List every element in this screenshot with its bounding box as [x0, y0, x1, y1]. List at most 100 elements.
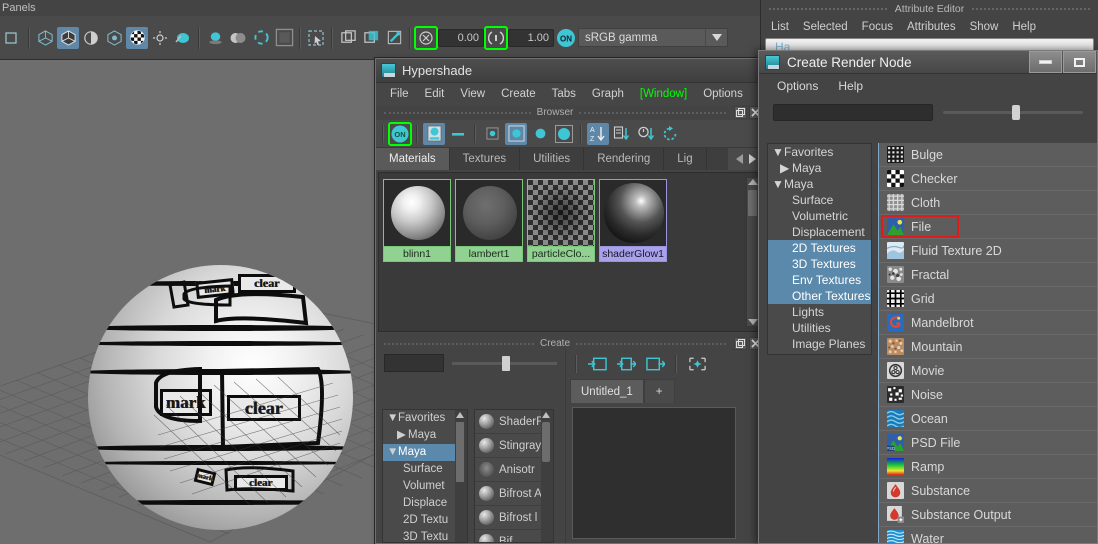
graph-output-connections-icon[interactable] — [643, 353, 667, 375]
crn-node-bulge[interactable]: Bulge — [879, 143, 1097, 167]
create-render-node-window[interactable]: Create Render Node Options Help ▼Favorit… — [758, 50, 1098, 544]
ae-menu-focus[interactable]: Focus — [862, 21, 893, 33]
window-controls[interactable] — [1029, 51, 1097, 74]
crn-tree-favorites[interactable]: ▼Favorites — [768, 144, 871, 160]
hypershade-window[interactable]: Hypershade File Edit View Create Tabs Gr… — [375, 58, 767, 544]
twisty-icon[interactable]: ▼ — [772, 144, 784, 160]
sort-alphabetical-icon[interactable]: AZ — [587, 122, 609, 145]
tab-materials[interactable]: Materials — [376, 148, 450, 170]
crn-node-water[interactable]: Water — [879, 527, 1097, 543]
crn-node-mandelbrot[interactable]: Mandelbrot — [879, 311, 1097, 335]
grid-toggle-icon[interactable] — [383, 27, 405, 49]
swatch-lambert1[interactable]: lambert1 — [455, 179, 523, 262]
swatch-preview[interactable] — [383, 179, 451, 247]
main-menubar[interactable]: Panels — [0, 0, 760, 16]
graph-canvas[interactable] — [572, 407, 736, 539]
hs-menu-options[interactable]: Options — [695, 83, 751, 105]
crn-node-fractal[interactable]: Fractal — [879, 263, 1097, 287]
swatch-shaderGlow1[interactable]: shaderGlow1 — [599, 179, 667, 262]
hs-menu-file[interactable]: File — [382, 83, 417, 105]
browser-on-toggle[interactable]: ON — [388, 121, 412, 146]
xray-icon[interactable] — [2, 27, 24, 49]
isolate-select-icon[interactable] — [337, 27, 359, 49]
ae-menu-selected[interactable]: Selected — [803, 21, 848, 33]
light-icon[interactable] — [149, 27, 171, 49]
hypershade-menubar[interactable]: File Edit View Create Tabs Graph [Window… — [376, 83, 767, 105]
scroll-down-icon[interactable] — [748, 319, 758, 325]
display-toolbar[interactable]: 0.00 1.00 ON sRGB gamma — [0, 16, 760, 60]
motion-blur-icon[interactable] — [250, 27, 272, 49]
gamma-icon[interactable] — [414, 25, 438, 50]
refresh-icon[interactable] — [659, 123, 681, 145]
crn-node-noise[interactable]: Noise — [879, 383, 1097, 407]
exposure-icon[interactable] — [484, 25, 508, 50]
wireframe-icon[interactable] — [34, 27, 56, 49]
crn-node-file[interactable]: File — [879, 215, 1097, 239]
graph-rearrange-icon[interactable] — [685, 353, 709, 375]
twisty-icon[interactable]: ▶ — [780, 160, 792, 176]
undock-icon[interactable] — [734, 106, 747, 119]
textured-sphere-object[interactable]: mark clear mark clear clear mark — [88, 265, 353, 530]
scroll-left-icon[interactable] — [736, 154, 743, 164]
hypershade-titlebar[interactable]: Hypershade — [376, 59, 764, 83]
graph-tabbar[interactable]: Untitled_1 + — [566, 379, 764, 403]
minimize-button[interactable] — [1029, 51, 1062, 73]
crn-node-ramp[interactable]: Ramp — [879, 455, 1097, 479]
crn-tree-3d-textures[interactable]: 3D Textures — [768, 256, 871, 272]
smooth-shade-icon[interactable] — [103, 27, 125, 49]
maximize-button[interactable] — [1063, 51, 1096, 73]
swatch-preview[interactable] — [599, 179, 667, 247]
create-search-row[interactable] — [376, 349, 565, 377]
crn-tree-lights[interactable]: Lights — [768, 304, 871, 320]
tab-textures[interactable]: Textures — [450, 148, 521, 170]
crn-icon-size-slider[interactable] — [943, 104, 1083, 120]
crn-node-list[interactable]: Bulge Checker Cloth File Fluid Texture 2… — [878, 143, 1097, 543]
hs-menu-view[interactable]: View — [452, 83, 493, 105]
shaded-icon[interactable] — [57, 26, 79, 49]
crn-tree-maya-fav[interactable]: ▶ Maya — [768, 160, 871, 176]
screenspace-ao-icon[interactable] — [273, 27, 295, 49]
crn-tree-env-textures[interactable]: Env Textures — [768, 272, 871, 288]
shadows-icon[interactable] — [204, 27, 226, 49]
swatch-size-small-icon[interactable] — [481, 123, 503, 145]
crn-tree-utilities[interactable]: Utilities — [768, 320, 871, 336]
scroll-right-icon[interactable] — [749, 154, 756, 164]
scroll-up-icon[interactable] — [748, 179, 758, 185]
slider-thumb[interactable] — [1011, 104, 1020, 120]
xray-joints-icon[interactable] — [360, 27, 382, 49]
crn-tree-maya[interactable]: ▼Maya — [768, 176, 871, 192]
crn-search-row[interactable] — [759, 98, 1097, 126]
crn-node-checker[interactable]: Checker — [879, 167, 1097, 191]
crn-tree-volumetric[interactable]: Volumetric — [768, 208, 871, 224]
hs-menu-edit[interactable]: Edit — [417, 83, 453, 105]
crn-titlebar[interactable]: Create Render Node — [759, 51, 1097, 74]
tab-lights[interactable]: Lig — [664, 148, 707, 170]
scroll-up-icon[interactable] — [456, 412, 464, 418]
gamma-exposure-field[interactable]: 0.00 — [438, 28, 484, 47]
color-space-dropdown[interactable]: sRGB gamma — [578, 28, 728, 47]
graph-toolbar[interactable] — [566, 349, 764, 379]
twisty-icon[interactable]: ▼ — [387, 410, 398, 427]
half-shaded-icon[interactable] — [80, 27, 102, 49]
swatch-particleCloud[interactable]: particleClo... — [527, 179, 595, 262]
attribute-editor-handle[interactable]: Attribute Editor — [761, 0, 1098, 18]
graph-add-tab-button[interactable]: + — [643, 379, 675, 403]
create-size-slider[interactable] — [452, 355, 557, 371]
crn-tree-2d-textures[interactable]: 2D Textures — [768, 240, 871, 256]
create-tree-scrollbar[interactable] — [455, 410, 467, 542]
default-light-icon[interactable] — [172, 27, 194, 49]
twisty-icon[interactable]: ▼ — [387, 444, 398, 461]
crn-node-ocean[interactable]: Ocean — [879, 407, 1097, 431]
crn-node-movie[interactable]: Movie — [879, 359, 1097, 383]
material-swatch-pane[interactable]: blinn1 lambert1 particleClo... shaderGlo… — [378, 172, 762, 332]
gamma-value-field[interactable]: 1.00 — [508, 28, 554, 47]
crn-tree-displacement[interactable]: Displacement — [768, 224, 871, 240]
tab-rendering[interactable]: Rendering — [584, 148, 665, 170]
sort-reverse-icon[interactable] — [611, 123, 633, 145]
crn-node-cloth[interactable]: Cloth — [879, 191, 1097, 215]
hypershade-browser-toolbar[interactable]: ON AZ — [376, 120, 764, 148]
select-icon[interactable] — [305, 27, 327, 49]
scrollbar-thumb[interactable] — [456, 422, 464, 482]
swatch-large-icon[interactable] — [423, 122, 445, 145]
ae-menu-list[interactable]: List — [771, 21, 789, 33]
